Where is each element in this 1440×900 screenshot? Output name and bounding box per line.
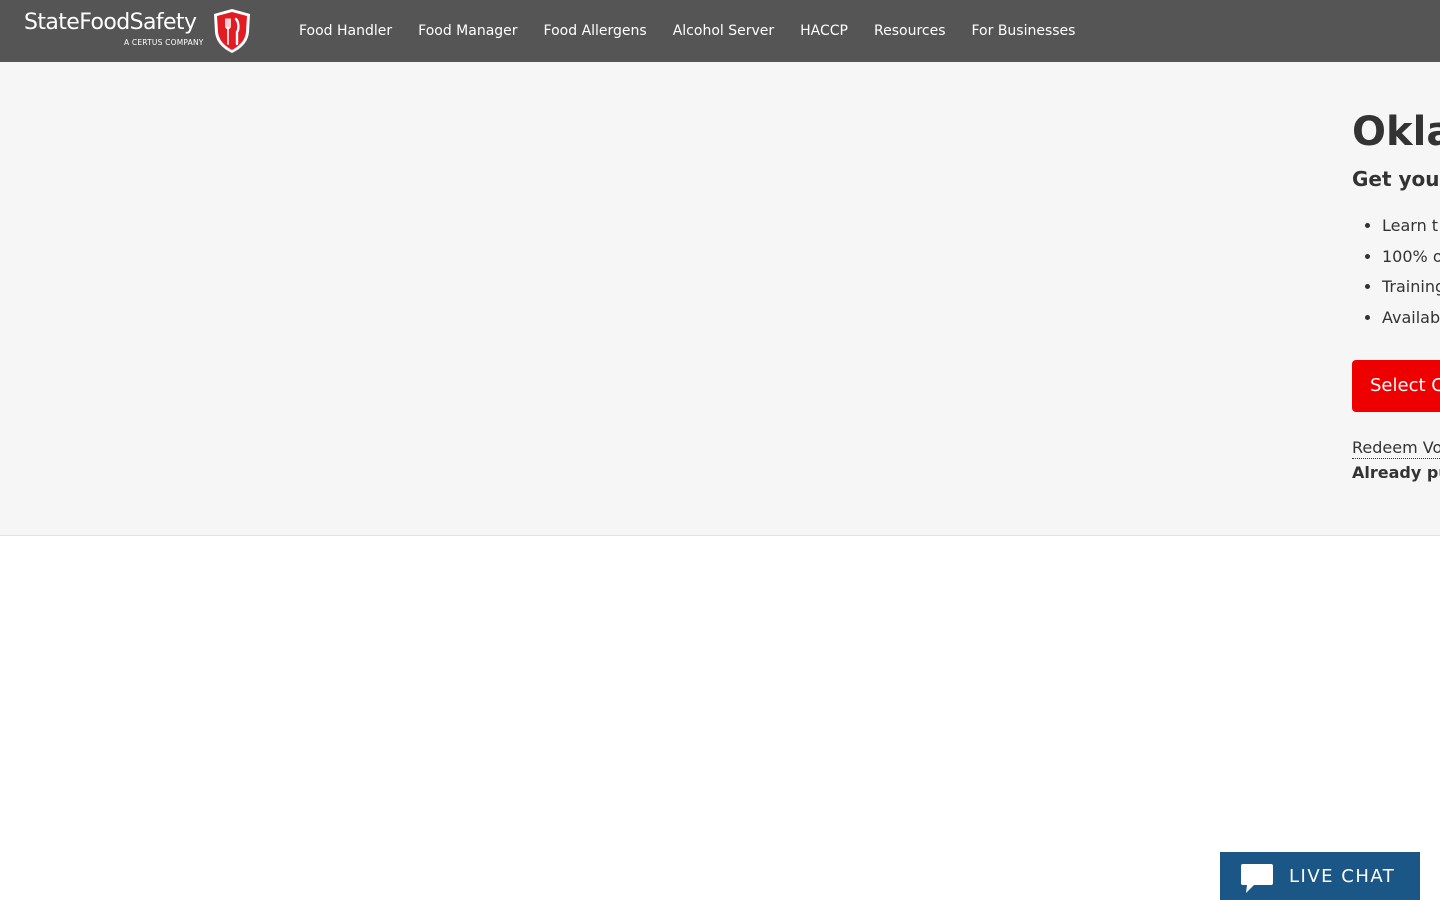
select-course-button[interactable]: Select C <box>1352 360 1440 412</box>
main-nav: Food Handler Food Manager Food Allergens… <box>286 0 1088 62</box>
site-header: StateFoodSafety A CERTUS COMPANY Food Ha… <box>0 0 1440 62</box>
page-title: Okla <box>1352 109 1440 155</box>
nav-resources[interactable]: Resources <box>861 0 959 62</box>
nav-food-manager[interactable]: Food Manager <box>405 0 530 62</box>
already-purchased-text: Already pu <box>1352 463 1440 482</box>
chat-bubble-icon <box>1241 864 1273 893</box>
feature-item: 100% o <box>1382 243 1440 274</box>
logo-tagline: A CERTUS COMPANY <box>124 38 204 47</box>
nav-food-handler[interactable]: Food Handler <box>286 0 405 62</box>
nav-for-businesses[interactable]: For Businesses <box>959 0 1089 62</box>
feature-item: Learn t <box>1382 212 1440 243</box>
redeem-voucher-link[interactable]: Redeem Vo <box>1352 438 1440 459</box>
live-chat-button[interactable]: LIVE CHAT <box>1220 852 1420 900</box>
hero-section: Okla Get you Learn t 100% o Training Ava… <box>0 62 1440 536</box>
shield-fork-knife-icon <box>214 9 250 53</box>
feature-item: Training <box>1382 273 1440 304</box>
live-chat-label: LIVE CHAT <box>1289 866 1396 887</box>
nav-food-allergens[interactable]: Food Allergens <box>531 0 660 62</box>
nav-alcohol-server[interactable]: Alcohol Server <box>660 0 787 62</box>
site-logo[interactable]: StateFoodSafety A CERTUS COMPANY <box>24 8 252 54</box>
logo-wordmark: StateFoodSafety <box>24 10 197 35</box>
hero-subtitle: Get you <box>1352 167 1440 191</box>
feature-item: Availab <box>1382 304 1440 335</box>
feature-list: Learn t 100% o Training Availab <box>1352 212 1440 334</box>
nav-haccp[interactable]: HACCP <box>787 0 861 62</box>
